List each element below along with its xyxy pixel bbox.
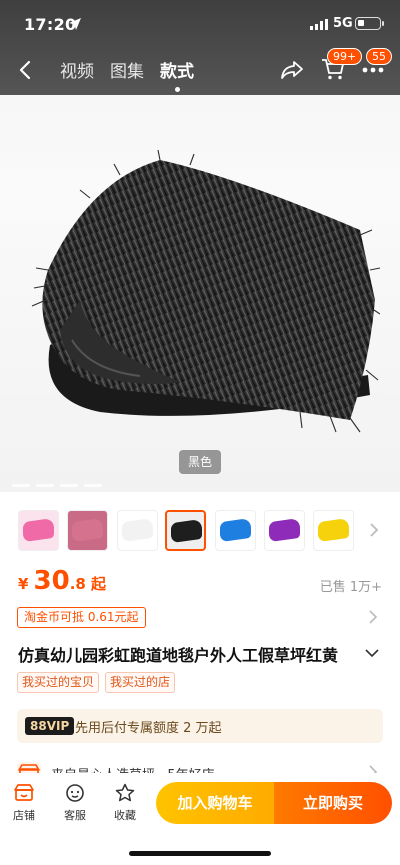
progress-segment — [60, 484, 78, 487]
chip-bought-item[interactable]: 我买过的宝贝 — [17, 672, 100, 693]
top-bar: 17:20 5G 视频 图集 款式 99+ 55 — [0, 0, 400, 95]
share-icon[interactable] — [279, 57, 305, 83]
price-integer: 30 — [33, 566, 70, 596]
chevron-down-icon[interactable] — [364, 646, 380, 660]
tab-style-label: 款式 — [160, 62, 194, 82]
status-bar: 17:20 5G — [0, 0, 400, 48]
gallery-progress — [12, 484, 102, 487]
variant-swatch-white[interactable] — [117, 510, 158, 551]
variant-swatch-black[interactable] — [165, 510, 206, 551]
service-label: 客服 — [64, 809, 86, 822]
home-indicator — [129, 851, 271, 856]
price-suffix: 起 — [90, 575, 106, 593]
variant-swatches — [0, 502, 400, 558]
store-icon — [14, 784, 34, 801]
swatch-pad — [269, 517, 300, 543]
favorite-button[interactable]: 收藏 — [105, 783, 145, 823]
swatch-pad — [122, 517, 153, 543]
chat-icon — [66, 784, 84, 802]
price-decimal: .8 — [69, 575, 86, 593]
swatch-pad — [171, 518, 202, 544]
chip-bought-store[interactable]: 我买过的店 — [105, 672, 176, 693]
progress-segment — [12, 484, 30, 487]
variant-swatch-purple[interactable] — [264, 510, 305, 551]
product-gallery[interactable]: 17:20 5G 视频 图集 款式 99+ 55 黑色 — [0, 0, 400, 492]
buy-now-button[interactable]: 立即购买 — [274, 782, 392, 824]
variant-swatch-pink[interactable] — [18, 510, 59, 551]
add-to-cart-button[interactable]: 加入购物车 — [156, 782, 274, 824]
battery-cap — [382, 21, 384, 26]
favorite-label: 收藏 — [114, 809, 136, 822]
star-icon — [115, 783, 135, 802]
purchase-history-chips: 我买过的宝贝 我买过的店 — [17, 672, 176, 693]
coin-coupon[interactable]: 淘金币可抵 0.61元起 — [17, 607, 146, 628]
active-tab-dot — [175, 87, 180, 92]
vip-banner[interactable]: 88VIP 先用后付专属额度 2 万起 — [17, 709, 383, 743]
battery-icon — [355, 17, 381, 30]
store-button[interactable]: 店铺 — [4, 783, 44, 823]
product-nav: 视频 图集 款式 99+ 55 — [0, 48, 400, 92]
currency-symbol: ¥ — [18, 575, 29, 593]
tab-gallery[interactable]: 图集 — [110, 57, 144, 82]
swatch-pad — [72, 517, 103, 543]
store-label: 店铺 — [13, 809, 35, 822]
more-options-icon[interactable] — [362, 65, 384, 75]
variant-swatch-rose[interactable] — [67, 510, 108, 551]
message-count-badge: 55 — [366, 48, 392, 65]
vip-badge: 88VIP — [25, 717, 75, 735]
location-arrow-icon — [69, 18, 81, 30]
cart-count-badge: 99+ — [327, 48, 363, 65]
swatch-pad — [318, 517, 349, 543]
variant-swatch-blue[interactable] — [215, 510, 256, 551]
chevron-right-icon[interactable] — [368, 521, 380, 539]
cellular-signal-icon — [310, 19, 328, 30]
back-arrow-icon[interactable] — [14, 58, 38, 82]
vip-text: 先用后付专属额度 2 万起 — [75, 721, 222, 736]
product-title: 仿真幼儿园彩虹跑道地毯户外人工假草坪红黄 — [18, 646, 339, 665]
product-image[interactable] — [30, 150, 380, 440]
chevron-right-icon[interactable] — [368, 609, 378, 625]
price: ¥ 30.8 起 — [18, 566, 106, 596]
swatch-pad — [23, 517, 54, 543]
sold-count: 已售 1万+ — [319, 580, 382, 595]
network-type: 5G — [333, 16, 353, 31]
variant-swatch-yellow[interactable] — [313, 510, 354, 551]
swatch-pad — [220, 517, 251, 543]
media-tabs: 视频 图集 款式 — [60, 57, 194, 92]
color-label-tag: 黑色 — [179, 450, 222, 474]
service-button[interactable]: 客服 — [55, 783, 95, 823]
progress-segment — [84, 484, 102, 487]
progress-segment — [36, 484, 54, 487]
tab-style[interactable]: 款式 — [160, 57, 194, 92]
tab-video[interactable]: 视频 — [60, 57, 94, 82]
